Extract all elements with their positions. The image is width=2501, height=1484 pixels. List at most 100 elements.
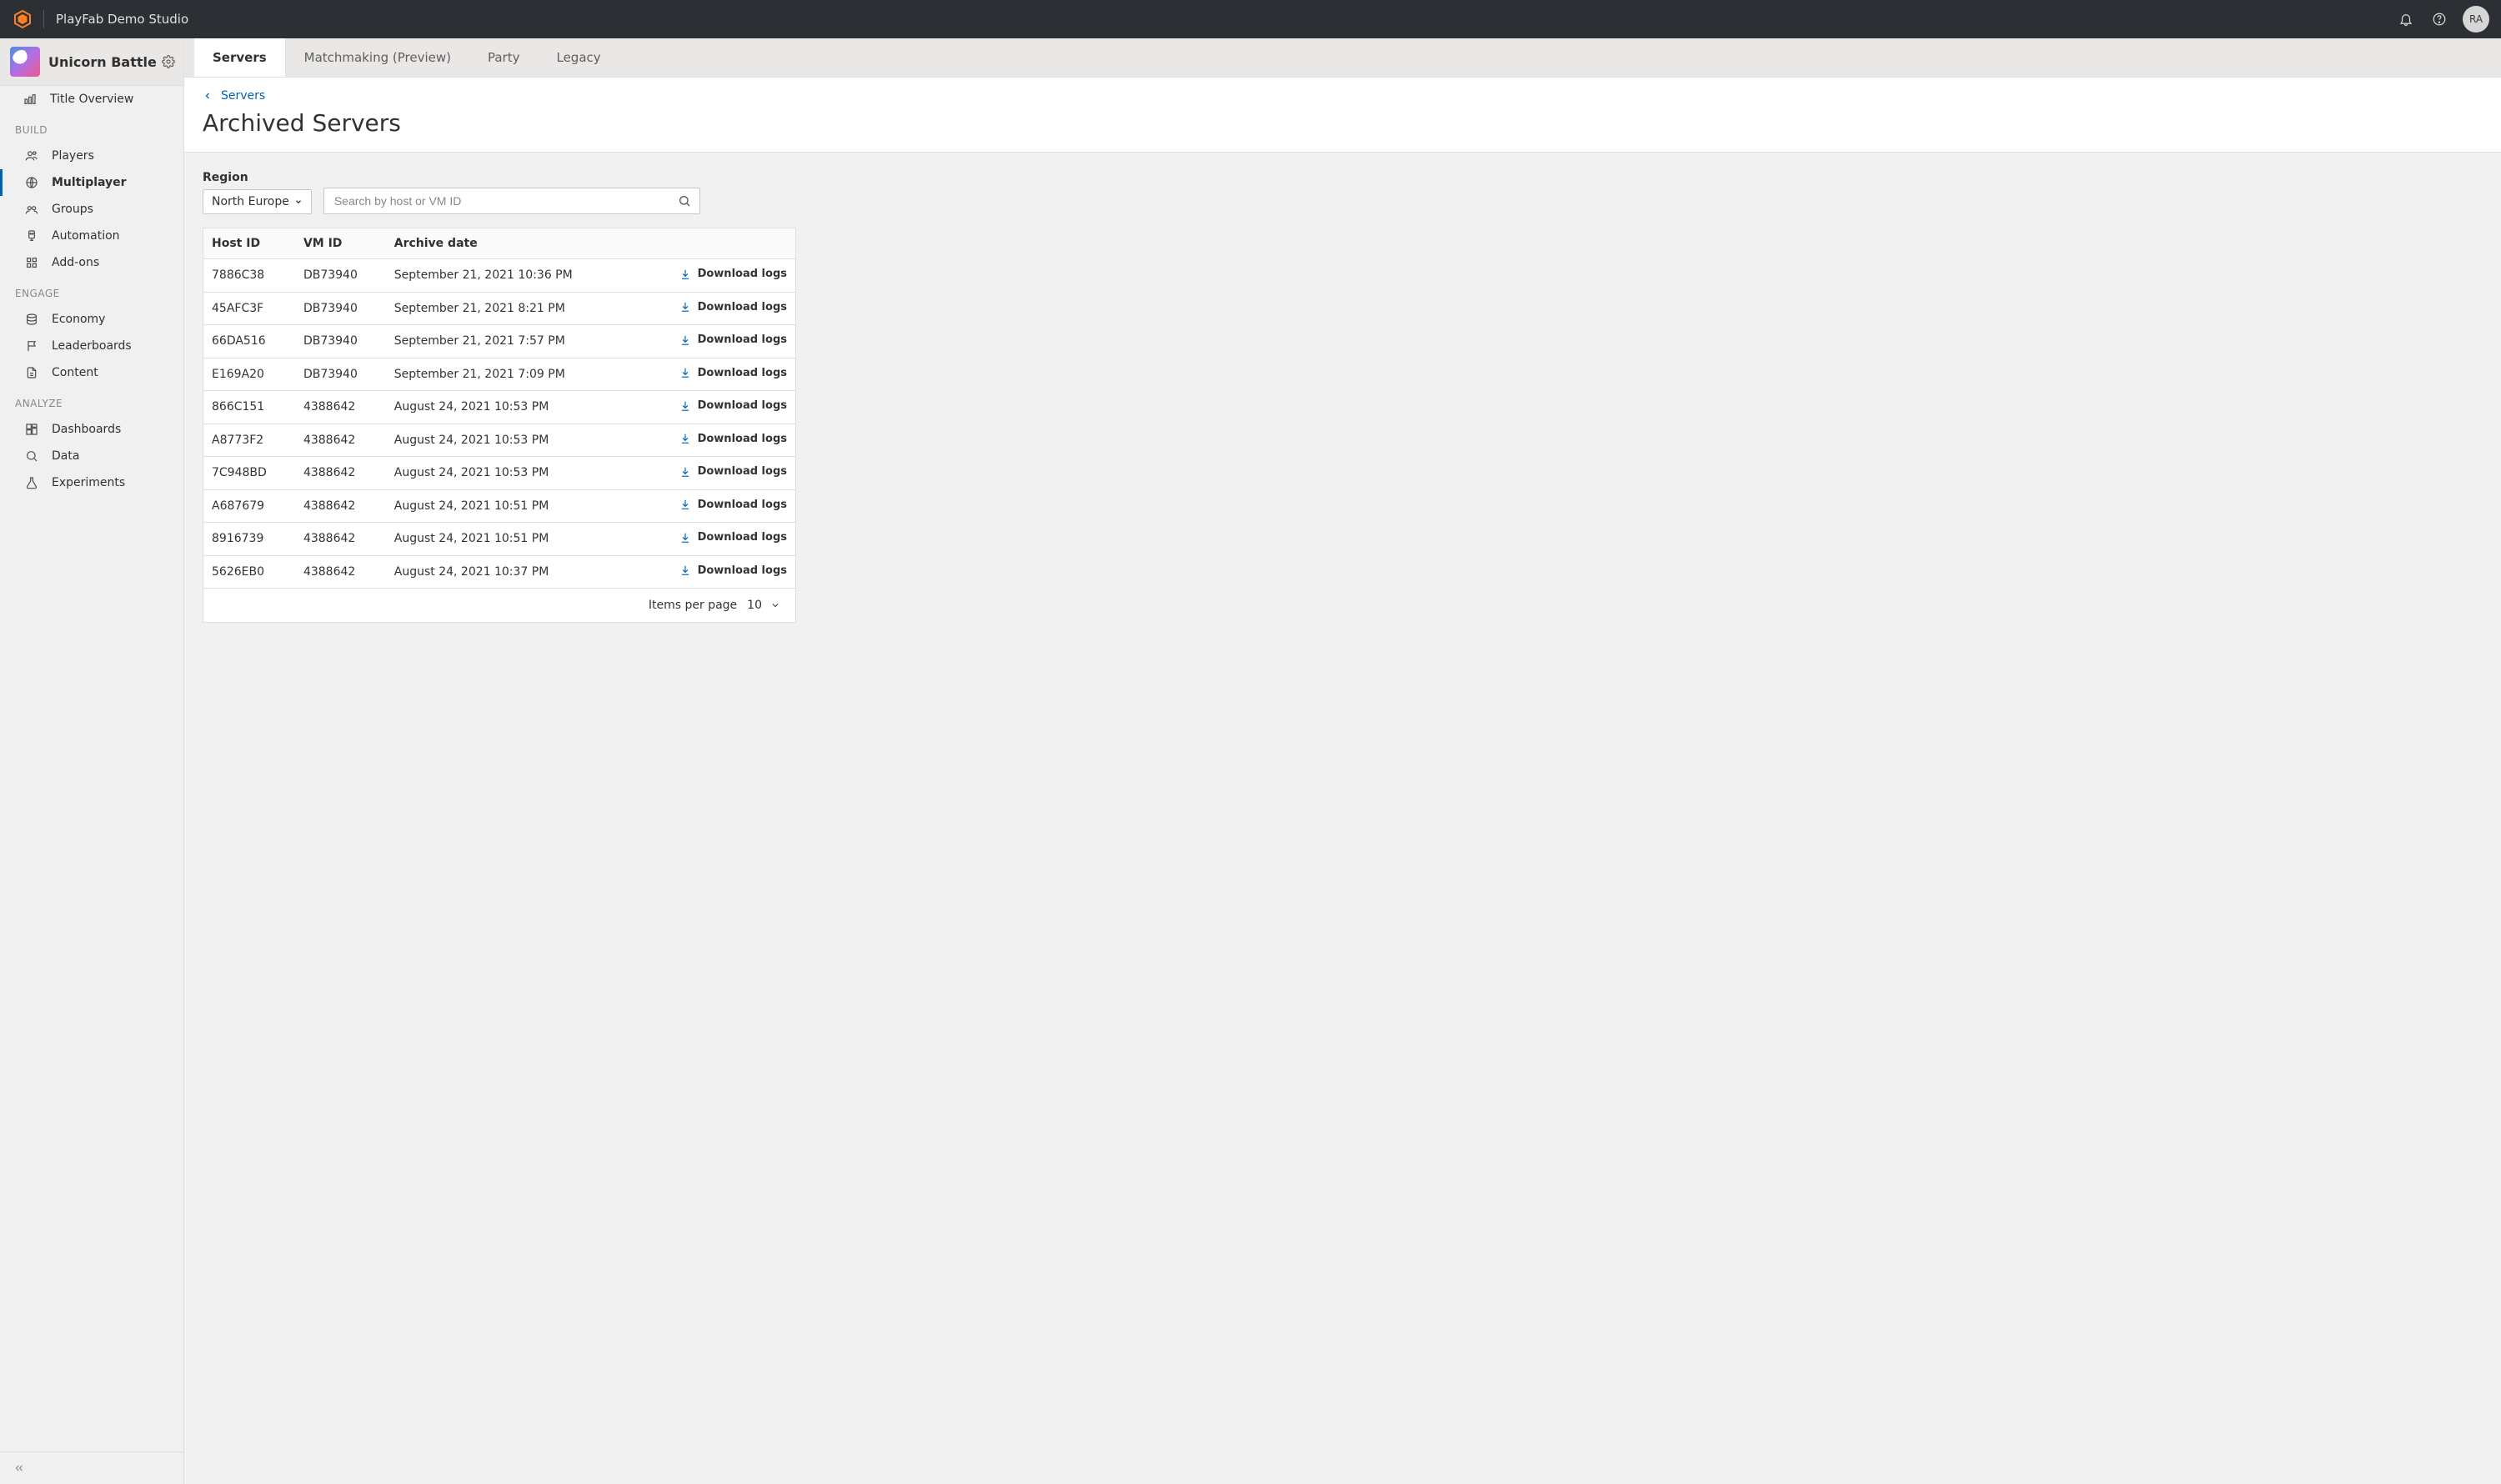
cell-vm-id: 4388642 <box>295 391 386 424</box>
sidebar-item-leaderboards[interactable]: Leaderboards <box>0 333 183 359</box>
nav-group-label: BUILD <box>0 113 183 143</box>
leaderboards-icon <box>23 339 40 353</box>
download-logs-link[interactable]: Download logs <box>679 399 787 412</box>
column-header[interactable]: VM ID <box>295 228 386 259</box>
cell-archive-date: August 24, 2021 10:37 PM <box>386 555 636 588</box>
overview-icon <box>22 93 38 106</box>
table-row: 7C948BD4388642August 24, 2021 10:53 PMDo… <box>203 457 795 490</box>
download-logs-link[interactable]: Download logs <box>679 564 787 577</box>
sidebar-item-data[interactable]: Data <box>0 443 183 469</box>
cell-host-id: 866C151 <box>203 391 295 424</box>
cell-archive-date: August 24, 2021 10:53 PM <box>386 391 636 424</box>
download-logs-label: Download logs <box>698 433 787 445</box>
download-logs-link[interactable]: Download logs <box>679 301 787 313</box>
sidebar-item-experiments[interactable]: Experiments <box>0 469 183 496</box>
download-logs-label: Download logs <box>698 367 787 379</box>
cell-vm-id: DB73940 <box>295 358 386 391</box>
column-header[interactable]: Archive date <box>386 228 636 259</box>
cell-vm-id: DB73940 <box>295 292 386 325</box>
table-row: A8773F24388642August 24, 2021 10:53 PMDo… <box>203 424 795 457</box>
download-logs-link[interactable]: Download logs <box>679 333 787 346</box>
region-value: North Europe <box>212 195 289 208</box>
main: ServersMatchmaking (Preview)PartyLegacy … <box>184 38 2501 1484</box>
table-row: 66DA516DB73940September 21, 2021 7:57 PM… <box>203 325 795 358</box>
add-ons-icon <box>23 256 40 269</box>
page-header: Servers Archived Servers <box>184 78 2501 153</box>
column-header[interactable]: Host ID <box>203 228 295 259</box>
avatar[interactable]: RA <box>2463 6 2489 33</box>
cell-host-id: 66DA516 <box>203 325 295 358</box>
nav-group-label: ENGAGE <box>0 276 183 306</box>
sidebar-item-add-ons[interactable]: Add-ons <box>0 249 183 276</box>
breadcrumb-label: Servers <box>221 89 265 103</box>
content-icon <box>23 366 40 379</box>
download-logs-label: Download logs <box>698 268 787 280</box>
download-logs-label: Download logs <box>698 531 787 544</box>
cell-vm-id: 4388642 <box>295 555 386 588</box>
help-button[interactable] <box>2423 0 2456 38</box>
sidebar-item-automation[interactable]: Automation <box>0 223 183 249</box>
tab-party[interactable]: Party <box>469 38 539 77</box>
table-row: 45AFC3FDB73940September 21, 2021 8:21 PM… <box>203 292 795 325</box>
content: Region North Europe Host IDVM IDArchive … <box>184 153 2501 1484</box>
sidebar-item-dashboards[interactable]: Dashboards <box>0 416 183 443</box>
sidebar-item-groups[interactable]: Groups <box>0 196 183 223</box>
sidebar-item-content[interactable]: Content <box>0 359 183 386</box>
cell-archive-date: September 21, 2021 8:21 PM <box>386 292 636 325</box>
download-logs-label: Download logs <box>698 333 787 346</box>
region-select[interactable]: North Europe <box>203 189 312 214</box>
items-per-page-select[interactable]: 10 <box>747 599 780 612</box>
download-logs-link[interactable]: Download logs <box>679 367 787 379</box>
notifications-button[interactable] <box>2389 0 2423 38</box>
studio-name[interactable]: PlayFab Demo Studio <box>56 12 188 27</box>
search-icon <box>678 194 691 208</box>
download-logs-link[interactable]: Download logs <box>679 433 787 445</box>
cell-vm-id: 4388642 <box>295 457 386 490</box>
cell-archive-date: August 24, 2021 10:51 PM <box>386 523 636 556</box>
download-logs-link[interactable]: Download logs <box>679 268 787 280</box>
cell-archive-date: September 21, 2021 10:36 PM <box>386 259 636 293</box>
tab-matchmaking-preview-[interactable]: Matchmaking (Preview) <box>286 38 469 77</box>
multiplayer-icon <box>23 176 40 189</box>
sidebar-item-label: Add-ons <box>52 256 99 269</box>
cell-archive-date: September 21, 2021 7:09 PM <box>386 358 636 391</box>
download-logs-link[interactable]: Download logs <box>679 465 787 478</box>
page-title: Archived Servers <box>203 109 2483 137</box>
servers-table: Host IDVM IDArchive date 7886C38DB73940S… <box>203 228 796 589</box>
cell-host-id: 7C948BD <box>203 457 295 490</box>
nav-label: Title Overview <box>50 93 133 106</box>
nav-group-label: ANALYZE <box>0 386 183 416</box>
cell-host-id: E169A20 <box>203 358 295 391</box>
table-row: A6876794388642August 24, 2021 10:51 PMDo… <box>203 489 795 523</box>
table-row: 866C1514388642August 24, 2021 10:53 PM Do… <box>203 391 795 424</box>
settings-gear-icon[interactable] <box>162 55 175 68</box>
breadcrumb[interactable]: Servers <box>203 89 2483 103</box>
sidebar-item-players[interactable]: Players <box>0 143 183 169</box>
cell-vm-id: 4388642 <box>295 489 386 523</box>
column-header-actions <box>636 228 795 259</box>
search-input[interactable] <box>333 193 678 208</box>
sidebar-item-label: Players <box>52 149 94 163</box>
download-logs-label: Download logs <box>698 465 787 478</box>
sidebar-item-economy[interactable]: Economy <box>0 306 183 333</box>
cell-vm-id: 4388642 <box>295 424 386 457</box>
nav-title-overview[interactable]: Title Overview <box>0 86 183 113</box>
search-box[interactable] <box>323 188 700 214</box>
title-header[interactable]: Unicorn Battle <box>0 38 183 86</box>
cell-host-id: 7886C38 <box>203 259 295 293</box>
tab-servers[interactable]: Servers <box>194 38 286 77</box>
cell-host-id: A687679 <box>203 489 295 523</box>
sidebar-item-multiplayer[interactable]: Multiplayer <box>0 169 183 196</box>
download-logs-link[interactable]: Download logs <box>679 531 787 544</box>
cell-archive-date: September 21, 2021 7:57 PM <box>386 325 636 358</box>
download-logs-link[interactable]: Download logs <box>679 499 787 511</box>
sidebar-item-label: Leaderboards <box>52 339 132 353</box>
tab-legacy[interactable]: Legacy <box>538 38 619 77</box>
dashboards-icon <box>23 423 40 436</box>
chevron-left-icon <box>203 91 213 101</box>
download-logs-label: Download logs <box>698 564 787 577</box>
economy-icon <box>23 313 40 326</box>
table-row: E169A20DB73940September 21, 2021 7:09 PM… <box>203 358 795 391</box>
sidebar-collapse[interactable] <box>0 1451 183 1484</box>
tab-bar: ServersMatchmaking (Preview)PartyLegacy <box>184 38 2501 78</box>
